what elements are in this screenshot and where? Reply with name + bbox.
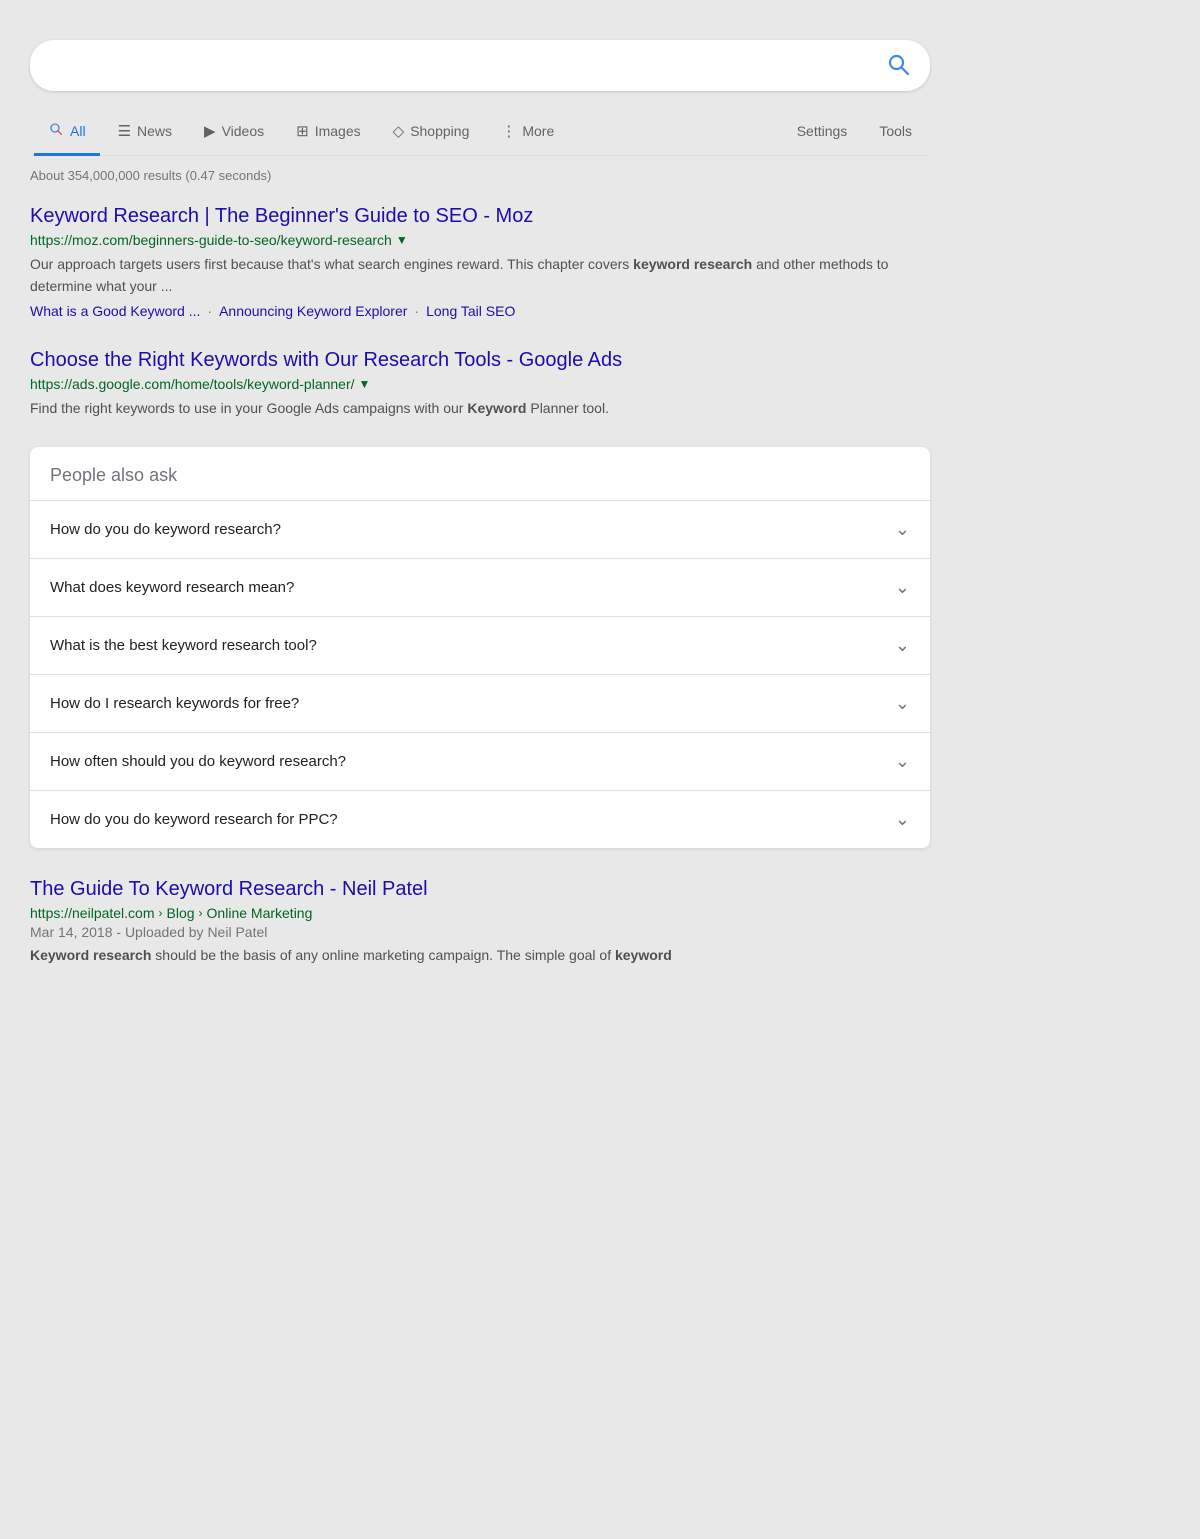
breadcrumb-blog: Blog [167, 905, 195, 921]
result-3-title[interactable]: The Guide To Keyword Research - Neil Pat… [30, 876, 930, 902]
page-wrapper: keyword research All ☰ News ▶ [0, 20, 960, 1014]
results-count: About 354,000,000 results (0.47 seconds) [30, 168, 930, 183]
paa-question-4: How do I research keywords for free? [50, 695, 299, 712]
result-3-snippet: Keyword research should be the basis of … [30, 944, 930, 966]
tab-news[interactable]: ☰ News [104, 110, 186, 155]
videos-icon: ▶ [204, 122, 216, 140]
breadcrumb-marketing: Online Marketing [207, 905, 313, 921]
paa-question-2: What does keyword research mean? [50, 579, 294, 596]
result-2-dropdown[interactable]: ▼ [359, 377, 371, 391]
result-3-date: Mar 14, 2018 - Uploaded by Neil Patel [30, 924, 930, 940]
paa-chevron-5: ⌄ [895, 751, 910, 772]
search-button[interactable] [886, 52, 910, 79]
result-1-sitelinks: What is a Good Keyword ... · Announcing … [30, 303, 930, 319]
search-icon [886, 52, 910, 76]
tab-settings-label: Settings [797, 123, 848, 139]
search-bar: keyword research [30, 40, 930, 91]
breadcrumb-arrow-2: › [199, 906, 203, 920]
tab-tools-label: Tools [879, 123, 912, 139]
nav-tabs: All ☰ News ▶ Videos ⊞ Images ◇ Shopping … [30, 109, 930, 156]
paa-chevron-3: ⌄ [895, 635, 910, 656]
breadcrumb-arrow-1: › [159, 906, 163, 920]
result-1-url-row: https://moz.com/beginners-guide-to-seo/k… [30, 232, 930, 248]
tab-videos-label: Videos [222, 123, 265, 139]
search-input[interactable]: keyword research [50, 55, 886, 76]
paa-question-3: What is the best keyword research tool? [50, 637, 317, 654]
tab-shopping-label: Shopping [410, 123, 469, 139]
result-1-dropdown[interactable]: ▼ [396, 233, 408, 247]
more-icon: ⋮ [501, 122, 516, 140]
result-3-breadcrumb: https://neilpatel.com › Blog › Online Ma… [30, 905, 930, 921]
sitelink-1-1[interactable]: What is a Good Keyword ... [30, 303, 200, 319]
tab-all-label: All [70, 123, 86, 139]
sitelink-1-2[interactable]: Announcing Keyword Explorer [219, 303, 407, 319]
result-1: Keyword Research | The Beginner's Guide … [30, 203, 930, 319]
tab-more-label: More [522, 123, 554, 139]
result-3: The Guide To Keyword Research - Neil Pat… [30, 876, 930, 966]
paa-item-1[interactable]: How do you do keyword research? ⌄ [30, 500, 930, 558]
sitelink-dot-2: · [414, 303, 419, 319]
people-also-ask-box: People also ask How do you do keyword re… [30, 447, 930, 848]
result-2-snippet: Find the right keywords to use in your G… [30, 397, 930, 419]
result-2: Choose the Right Keywords with Our Resea… [30, 347, 930, 419]
paa-item-5[interactable]: How often should you do keyword research… [30, 732, 930, 790]
result-1-url: https://moz.com/beginners-guide-to-seo/k… [30, 232, 392, 248]
result-2-url: https://ads.google.com/home/tools/keywor… [30, 376, 355, 392]
tab-videos[interactable]: ▶ Videos [190, 110, 278, 155]
paa-chevron-1: ⌄ [895, 519, 910, 540]
shopping-icon: ◇ [393, 122, 405, 140]
paa-question-6: How do you do keyword research for PPC? [50, 811, 338, 828]
images-icon: ⊞ [296, 122, 309, 140]
paa-chevron-6: ⌄ [895, 809, 910, 830]
result-2-title[interactable]: Choose the Right Keywords with Our Resea… [30, 347, 930, 373]
paa-item-3[interactable]: What is the best keyword research tool? … [30, 616, 930, 674]
sitelink-1-3[interactable]: Long Tail SEO [426, 303, 515, 319]
paa-chevron-4: ⌄ [895, 693, 910, 714]
paa-question-5: How often should you do keyword research… [50, 753, 346, 770]
paa-title: People also ask [30, 447, 930, 500]
result-1-snippet: Our approach targets users first because… [30, 253, 930, 297]
result-2-url-row: https://ads.google.com/home/tools/keywor… [30, 376, 930, 392]
paa-item-4[interactable]: How do I research keywords for free? ⌄ [30, 674, 930, 732]
paa-item-6[interactable]: How do you do keyword research for PPC? … [30, 790, 930, 848]
tab-more[interactable]: ⋮ More [487, 110, 568, 155]
sitelink-dot-1: · [207, 303, 212, 319]
tab-images[interactable]: ⊞ Images [282, 110, 375, 155]
paa-item-2[interactable]: What does keyword research mean? ⌄ [30, 558, 930, 616]
all-icon [48, 121, 64, 141]
tab-shopping[interactable]: ◇ Shopping [379, 110, 484, 155]
paa-chevron-2: ⌄ [895, 577, 910, 598]
breadcrumb-domain: https://neilpatel.com [30, 905, 155, 921]
tab-news-label: News [137, 123, 172, 139]
tab-all[interactable]: All [34, 109, 100, 156]
tab-images-label: Images [315, 123, 361, 139]
result-1-title[interactable]: Keyword Research | The Beginner's Guide … [30, 203, 930, 229]
tab-settings[interactable]: Settings [783, 111, 862, 154]
news-icon: ☰ [118, 122, 131, 140]
paa-question-1: How do you do keyword research? [50, 521, 281, 538]
tab-tools[interactable]: Tools [865, 111, 926, 154]
